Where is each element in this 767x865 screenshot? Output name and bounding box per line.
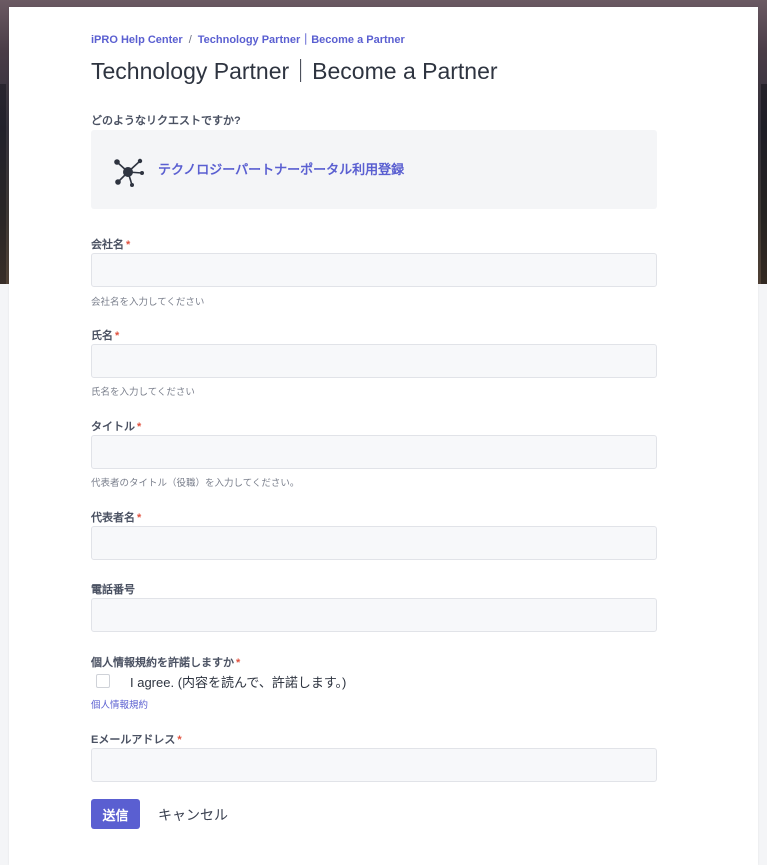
breadcrumb: iPRO Help Center / Technology Partner｜Beco… — [91, 31, 405, 47]
phone-label: 電話番号 — [91, 584, 135, 596]
phone-input[interactable] — [91, 598, 657, 632]
required-marker: * — [137, 421, 142, 433]
request-type-selector[interactable]: テクノロジーパートナーポータル利用登録 — [91, 130, 657, 209]
breadcrumb-separator: / — [188, 34, 192, 46]
network-hub-icon — [111, 156, 145, 188]
representative-label-text: 代表者名 — [91, 512, 135, 524]
company-hint: 会社名を入力してください — [91, 297, 205, 308]
privacy-label-text: 個人情報規約を許諾しますか — [91, 657, 234, 669]
required-marker: * — [137, 512, 142, 524]
representative-label: 代表者名 * — [91, 509, 141, 525]
privacy-agree-checkbox[interactable] — [96, 674, 110, 688]
submit-button[interactable]: 送信 — [91, 799, 140, 829]
cancel-button[interactable]: キャンセル — [158, 805, 228, 825]
required-marker: * — [126, 239, 131, 251]
email-label-text: Eメールアドレス — [91, 734, 176, 746]
email-label: Eメールアドレス * — [91, 731, 182, 747]
form-card: iPRO Help Center / Technology Partner｜Beco… — [9, 7, 758, 865]
request-type-option[interactable]: テクノロジーパートナーポータル利用登録 — [158, 159, 404, 178]
page-title: Technology Partner｜Become a Partner — [91, 58, 498, 84]
title-label: タイトル * — [91, 418, 141, 434]
title-hint: 代表者のタイトル（役職）を入力してください。 — [91, 478, 300, 489]
representative-input[interactable] — [91, 526, 657, 560]
required-marker: * — [236, 657, 241, 669]
title-input[interactable] — [91, 435, 657, 469]
privacy-policy-link[interactable]: 個人情報規約 — [91, 697, 148, 711]
privacy-agree-text[interactable]: I agree. (内容を読んで、許諾します。) — [130, 672, 346, 691]
name-input[interactable] — [91, 344, 657, 378]
request-type-label: どのようなリクエストですか? — [91, 115, 241, 127]
email-input[interactable] — [91, 748, 657, 782]
name-label-text: 氏名 — [91, 330, 113, 342]
company-label-text: 会社名 — [91, 239, 124, 251]
company-input[interactable] — [91, 253, 657, 287]
required-marker: * — [177, 734, 182, 746]
name-label: 氏名 * — [91, 327, 119, 343]
breadcrumb-current-link[interactable]: Technology Partner｜Become a Partner — [198, 34, 405, 46]
name-hint: 氏名を入力してください — [91, 387, 195, 398]
required-marker: * — [115, 330, 120, 342]
privacy-label: 個人情報規約を許諾しますか * — [91, 654, 240, 670]
title-label-text: タイトル — [91, 421, 135, 433]
company-label: 会社名 * — [91, 236, 130, 252]
breadcrumb-home-link[interactable]: iPRO Help Center — [91, 34, 183, 46]
